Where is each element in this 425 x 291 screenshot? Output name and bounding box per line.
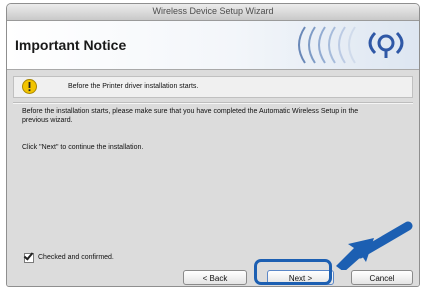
warning-icon xyxy=(22,79,37,94)
next-button-highlight xyxy=(254,259,332,285)
confirm-checkbox-label[interactable]: Checked and confirmed. xyxy=(38,254,114,261)
notice-banner: Before the Printer driver installation s… xyxy=(13,76,413,98)
wireless-signal-icon xyxy=(298,26,404,64)
wizard-header: Important Notice xyxy=(7,21,419,70)
instruction-paragraph: Before the installation starts, please m… xyxy=(22,108,359,124)
continue-instruction: Click "Next" to continue the installatio… xyxy=(22,144,144,151)
cancel-button[interactable]: Cancel xyxy=(351,270,413,285)
pointer-arrow-icon xyxy=(336,221,413,270)
title-bar: Wireless Device Setup Wizard xyxy=(7,4,419,21)
page-title: Important Notice xyxy=(15,37,127,53)
notice-text: Before the Printer driver installation s… xyxy=(68,83,199,90)
window-title: Wireless Device Setup Wizard xyxy=(152,6,274,16)
back-button[interactable]: < Back xyxy=(183,270,247,285)
divider xyxy=(13,102,413,104)
confirm-checkbox[interactable] xyxy=(24,253,34,263)
